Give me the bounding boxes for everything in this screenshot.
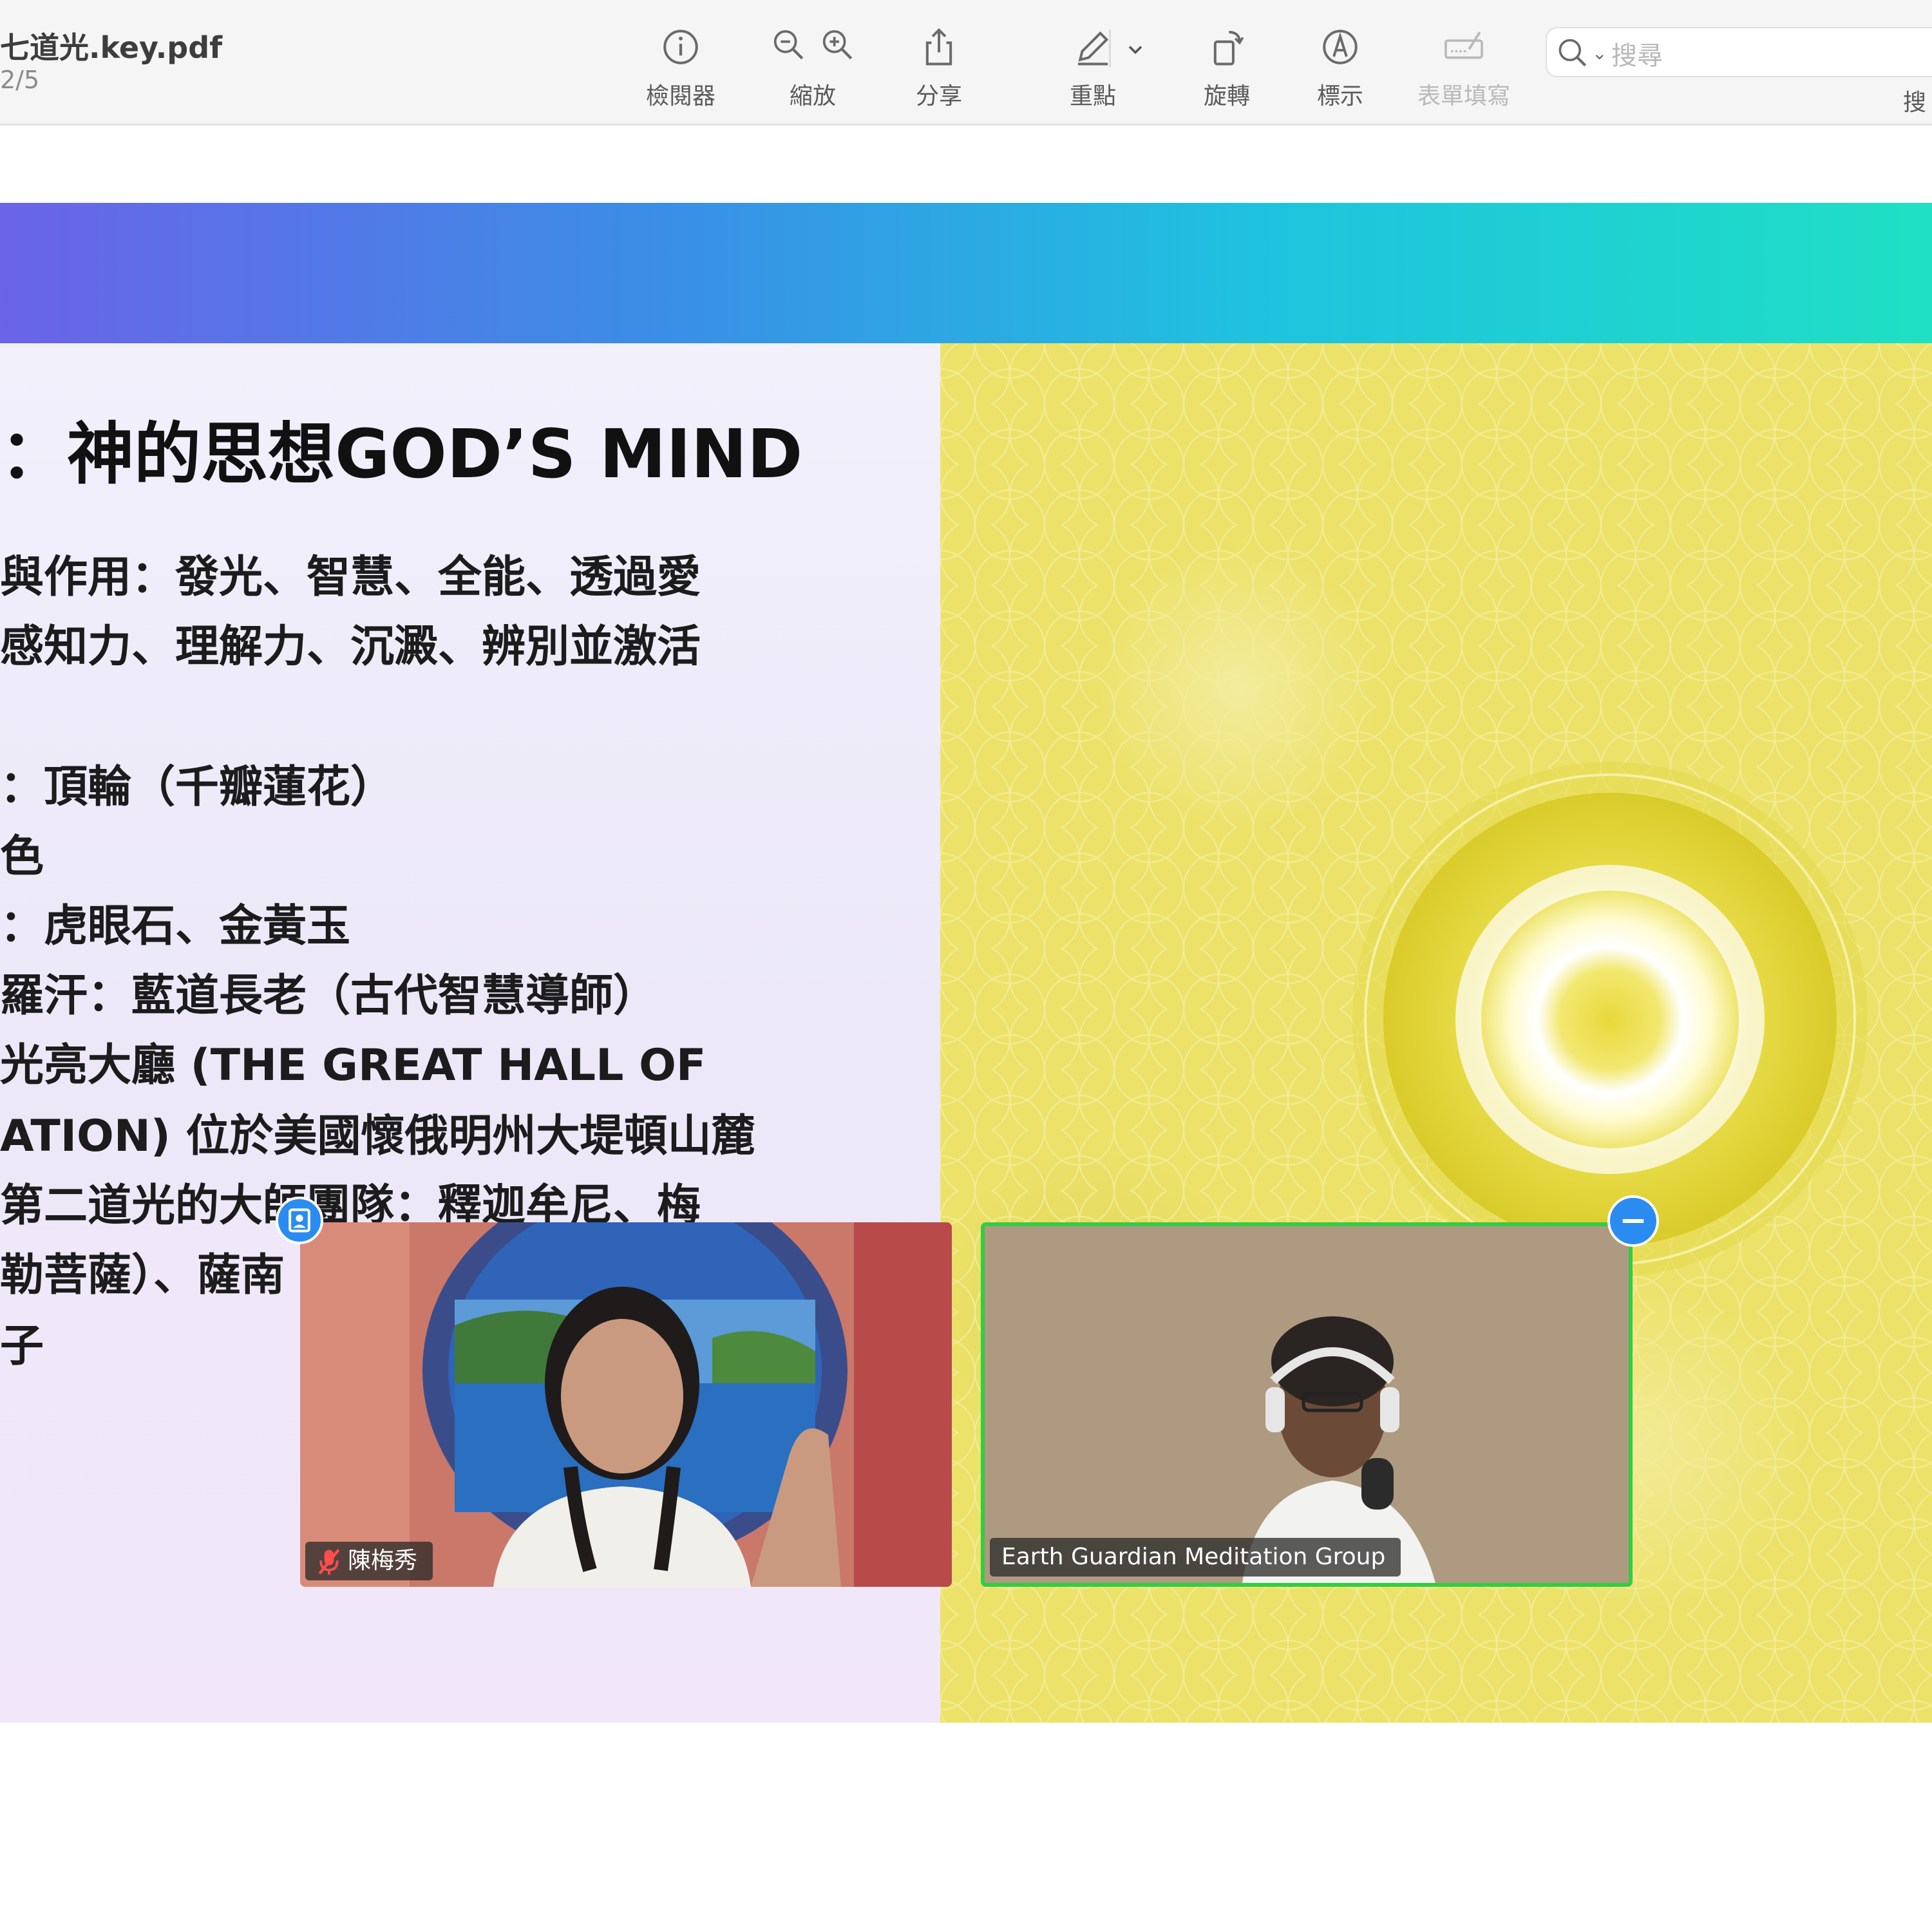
participant-b-name-tag: Earth Guardian Meditation Group [990, 1538, 1401, 1577]
document-title: 七道光.key.pdf [0, 30, 223, 65]
slide-header-banner [0, 203, 1932, 343]
markup-button[interactable]: 標示 [1292, 26, 1388, 116]
pdf-toolbar: 七道光.key.pdf 2/5 檢閱器 縮放 分享 重點 旋轉 標示 表單填寫 … [0, 0, 1932, 126]
highlight-button[interactable]: 重點 [1045, 26, 1141, 116]
share-button[interactable]: 分享 [891, 26, 987, 116]
rotate-label: 旋轉 [1203, 83, 1250, 109]
minimize-video-button[interactable] [1607, 1195, 1659, 1247]
search-placeholder: 搜尋 [1611, 41, 1663, 71]
minus-icon [1622, 1218, 1644, 1224]
participant-a-name: 陳梅秀 [348, 1548, 418, 1574]
slide-line-11: 子 [0, 1321, 44, 1372]
participant-a-video [300, 1222, 952, 1587]
inspector-button[interactable]: 檢閱器 [632, 26, 729, 116]
chevron-down-icon[interactable] [1126, 40, 1145, 59]
search-label: 搜 [1903, 90, 1927, 116]
magnifier-icon [1558, 39, 1587, 67]
slide-line-2: 感知力、理解力、沉澱、辨別並激活 [0, 621, 701, 672]
participant-b-video [985, 1226, 1629, 1583]
participant-a-name-tag: 陳梅秀 [305, 1542, 433, 1580]
slide-line-1: 與作用：發光、智慧、全能、透過愛 [0, 552, 701, 603]
slide-line-10: 勒菩薩）、薩南 [0, 1250, 285, 1301]
participant-badge-button[interactable] [276, 1197, 323, 1244]
toolbar-divider [1109, 30, 1111, 67]
video-tile-participant-a[interactable]: 陳梅秀 [300, 1222, 952, 1587]
page-indicator: 2/5 [0, 66, 40, 94]
slide-title: ：神的思想GOD’S MIND [0, 415, 803, 493]
search-options-chevron[interactable]: ⌄ [1592, 43, 1607, 64]
video-tile-participant-b[interactable]: Earth Guardian Meditation Group [981, 1222, 1633, 1587]
markup-pen-icon [1323, 30, 1358, 64]
slide-line-5: ：虎眼石、金黃玉 [0, 901, 351, 952]
form-fill-label: 表單填寫 [1417, 83, 1510, 109]
form-signature-icon [1444, 31, 1483, 59]
markup-label: 標示 [1316, 83, 1363, 109]
form-fill-button[interactable]: 表單填寫 [1416, 26, 1512, 116]
highlight-label: 重點 [1069, 83, 1116, 109]
zoom-in-icon[interactable] [819, 26, 856, 63]
mic-muted-icon [318, 1549, 340, 1575]
pen-icon [1077, 31, 1109, 66]
slide-line-7: 光亮大廳 (THE GREAT HALL OF [0, 1040, 706, 1091]
participant-b-name: Earth Guardian Meditation Group [1001, 1544, 1386, 1570]
rotate-icon [1213, 30, 1244, 66]
info-icon [663, 30, 698, 64]
slide-line-3: ：頂輪（千瓣蓮花） [0, 762, 395, 813]
share-icon [925, 28, 952, 66]
rotate-button[interactable]: 旋轉 [1179, 26, 1275, 116]
person-card-icon [289, 1208, 310, 1233]
slide-line-6: 羅汗：藍道長老（古代智慧導師） [0, 971, 658, 1021]
zoom-control: 縮放 [755, 26, 871, 116]
search-field[interactable]: ⌄ 搜尋 [1546, 27, 1932, 77]
share-label: 分享 [915, 83, 962, 109]
zoom-label: 縮放 [789, 83, 836, 109]
slide-line-4: 色 [0, 831, 44, 882]
zoom-out-icon[interactable] [770, 26, 807, 63]
inspector-label: 檢閱器 [645, 83, 715, 109]
slide-line-8: ATION) 位於美國懷俄明州大堤頓山麓 [0, 1111, 755, 1162]
